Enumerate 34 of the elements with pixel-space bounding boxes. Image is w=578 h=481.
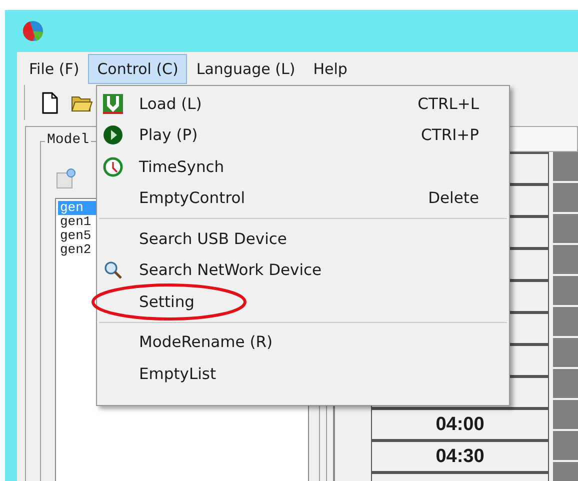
grid-cell — [553, 152, 578, 181]
shortcut-text: CTRI+P — [421, 126, 479, 144]
menu-bar-item[interactable]: Help — [304, 54, 356, 84]
play-icon — [103, 125, 123, 146]
app-logo-icon — [22, 20, 44, 42]
menu-bar-item[interactable]: Language (L) — [187, 54, 304, 84]
shortcut-text: Delete — [428, 189, 479, 208]
search-icon — [103, 260, 123, 280]
menu-item[interactable]: TimeSynch — [139, 158, 479, 176]
time-cell: 04:30 — [371, 440, 549, 472]
grid-cell — [553, 307, 578, 336]
grid-cell — [553, 369, 578, 398]
menu-item[interactable]: Search NetWork Device — [139, 261, 479, 280]
menu-item[interactable]: EmptyList — [139, 364, 479, 383]
menu-item[interactable]: Search USB Device — [139, 230, 479, 248]
menu-item[interactable]: ModeRename (R) — [139, 333, 479, 352]
grid-cell — [553, 431, 578, 460]
grid-cell — [553, 183, 578, 212]
grid-cell — [553, 245, 578, 274]
clock-icon — [103, 156, 123, 177]
menu-item[interactable]: Setting — [139, 292, 479, 311]
grid-cell — [553, 214, 578, 243]
new-file-icon[interactable] — [41, 92, 59, 114]
time-cell: 04:00 — [371, 408, 549, 440]
grid-cell — [553, 400, 578, 429]
menu-item[interactable]: EmptyControl — [139, 189, 428, 208]
grid-cell — [553, 276, 578, 305]
menu-bar-item[interactable]: File (F) — [20, 54, 88, 84]
add-document-icon[interactable] — [55, 168, 77, 190]
menu-item[interactable]: Load (L) — [139, 94, 418, 113]
menu-bar-item[interactable]: Control (C) — [88, 54, 188, 84]
grid-cell — [553, 338, 578, 367]
shortcut-text: CTRL+L — [418, 94, 479, 113]
menu-item[interactable]: Play (P) — [139, 126, 422, 144]
